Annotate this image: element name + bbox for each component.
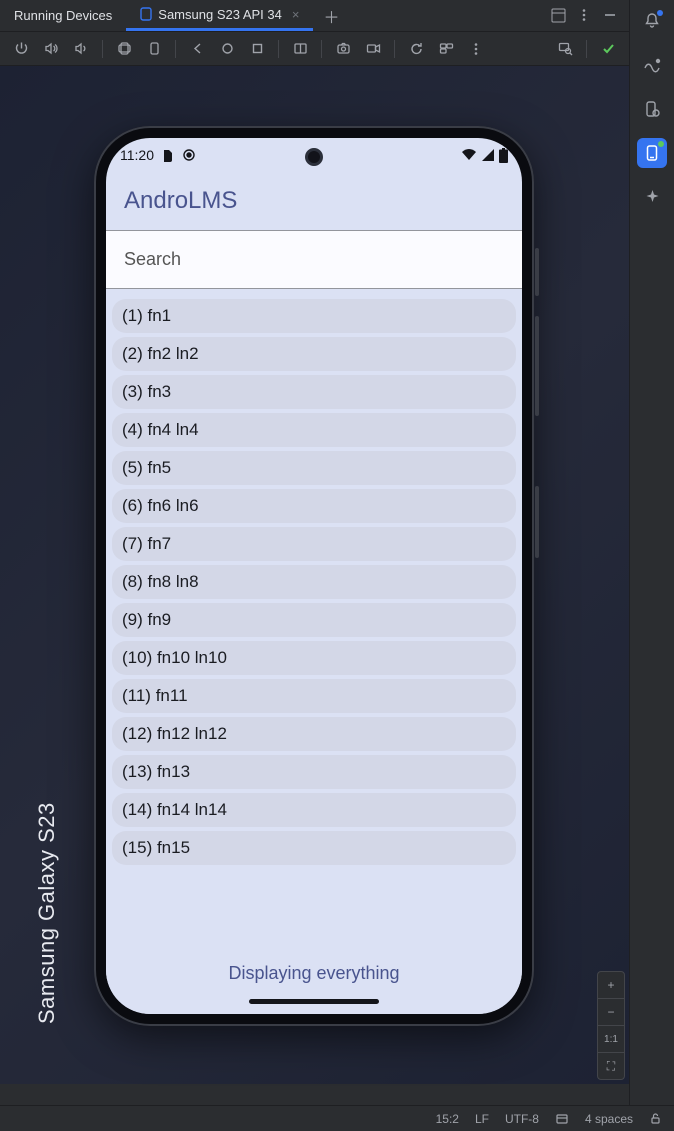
readonly-indicator-icon[interactable] xyxy=(555,1112,569,1126)
list-item[interactable]: (13) fn13 xyxy=(112,755,516,789)
insights-icon[interactable] xyxy=(637,50,667,80)
add-tab-button[interactable]: ＋ xyxy=(313,0,349,31)
list-item[interactable]: (14) fn14 ln14 xyxy=(112,793,516,827)
indent-setting[interactable]: 4 spaces xyxy=(585,1112,633,1126)
list-item[interactable]: (8) fn8 ln8 xyxy=(112,565,516,599)
search-input[interactable] xyxy=(106,231,522,288)
settings-extended-icon[interactable] xyxy=(433,36,459,62)
list-item[interactable]: (10) fn10 ln10 xyxy=(112,641,516,675)
minimize-icon[interactable] xyxy=(603,8,619,24)
zoom-fit-button[interactable]: ⛶ xyxy=(598,1053,624,1079)
device-frame-label: Samsung Galaxy S23 xyxy=(34,802,60,1024)
list-item[interactable]: (11) fn11 xyxy=(112,679,516,713)
status-clock: 11:20 xyxy=(120,147,154,163)
nav-home-icon[interactable] xyxy=(214,36,240,62)
rotate-right-icon[interactable] xyxy=(141,36,167,62)
signal-icon xyxy=(481,148,495,162)
list-item[interactable]: (3) fn3 xyxy=(112,375,516,409)
phone-screen[interactable]: 11:20 AndroLMS (1) fn1 (2) fn2 ln2 (3) fn3… xyxy=(106,138,522,1014)
wifi-icon xyxy=(461,148,477,162)
battery-icon xyxy=(499,148,508,163)
list-item[interactable]: (1) fn1 xyxy=(112,299,516,333)
tool-window-tabstrip: Running Devices Samsung S23 API 34 × ＋ xyxy=(0,0,629,32)
debug-icon xyxy=(182,148,196,162)
app-title-bar: AndroLMS xyxy=(106,172,522,230)
close-tab-icon[interactable]: × xyxy=(292,7,300,22)
tool-window-title-tab[interactable]: Running Devices xyxy=(0,0,126,31)
search-field-container xyxy=(106,230,522,289)
list-item[interactable]: (7) fn7 xyxy=(112,527,516,561)
nav-overview-icon[interactable] xyxy=(244,36,270,62)
tool-window-title: Running Devices xyxy=(14,8,112,23)
gesture-handle[interactable] xyxy=(249,999,379,1004)
emulator-toolbar xyxy=(0,32,629,66)
volume-down-icon[interactable] xyxy=(68,36,94,62)
phone-frame: 11:20 AndroLMS (1) fn1 (2) fn2 ln2 (3) fn3… xyxy=(94,126,534,1026)
screenshot-icon[interactable] xyxy=(330,36,356,62)
posture-icon[interactable] xyxy=(287,36,313,62)
ide-status-bar: 15:2 LF UTF-8 4 spaces xyxy=(0,1105,674,1131)
notifications-icon[interactable] xyxy=(637,6,667,36)
list-item[interactable]: (5) fn5 xyxy=(112,451,516,485)
app-title: AndroLMS xyxy=(124,187,237,215)
running-devices-icon[interactable] xyxy=(637,138,667,168)
reload-icon[interactable] xyxy=(403,36,429,62)
phone-side-button xyxy=(535,316,539,416)
window-mode-icon[interactable] xyxy=(551,8,567,24)
phone-side-button xyxy=(535,248,539,296)
line-separator[interactable]: LF xyxy=(475,1112,489,1126)
power-icon[interactable] xyxy=(8,36,34,62)
status-ok-icon[interactable] xyxy=(595,36,621,62)
list-item[interactable]: (6) fn6 ln6 xyxy=(112,489,516,523)
zoom-controls: + − 1:1 ⛶ xyxy=(597,971,625,1080)
device-tab-label: Samsung S23 API 34 xyxy=(158,7,282,22)
list-item[interactable]: (4) fn4 ln4 xyxy=(112,413,516,447)
list-item[interactable]: (15) fn15 xyxy=(112,831,516,865)
caret-position[interactable]: 15:2 xyxy=(436,1112,459,1126)
device-icon xyxy=(140,7,152,21)
emulator-canvas: Samsung Galaxy S23 11:20 AndroLMS xyxy=(0,66,629,1084)
file-encoding[interactable]: UTF-8 xyxy=(505,1112,539,1126)
list-item[interactable]: (2) fn2 ln2 xyxy=(112,337,516,371)
assistant-icon[interactable] xyxy=(637,182,667,212)
record-icon[interactable] xyxy=(360,36,386,62)
phone-side-button xyxy=(535,486,539,558)
zoom-out-button[interactable]: − xyxy=(598,999,624,1025)
right-tool-rail xyxy=(629,0,674,1131)
more-options-icon[interactable] xyxy=(577,8,593,24)
lock-icon[interactable] xyxy=(649,1112,662,1125)
list-item[interactable]: (12) fn12 ln12 xyxy=(112,717,516,751)
rotate-left-icon[interactable] xyxy=(111,36,137,62)
inspect-icon[interactable] xyxy=(552,36,578,62)
volume-up-icon[interactable] xyxy=(38,36,64,62)
camera-cutout xyxy=(305,148,323,166)
device-manager-icon[interactable] xyxy=(637,94,667,124)
list-item[interactable]: (9) fn9 xyxy=(112,603,516,637)
nav-back-icon[interactable] xyxy=(184,36,210,62)
more-vert-icon[interactable] xyxy=(463,36,489,62)
device-tab-active[interactable]: Samsung S23 API 34 × xyxy=(126,0,313,31)
results-list[interactable]: (1) fn1 (2) fn2 ln2 (3) fn3 (4) fn4 ln4 (5) … xyxy=(106,289,522,932)
zoom-reset-button[interactable]: 1:1 xyxy=(598,1026,624,1052)
footer-text: Displaying everything xyxy=(228,963,399,984)
sim-icon xyxy=(162,148,174,162)
zoom-in-button[interactable]: + xyxy=(598,972,624,998)
